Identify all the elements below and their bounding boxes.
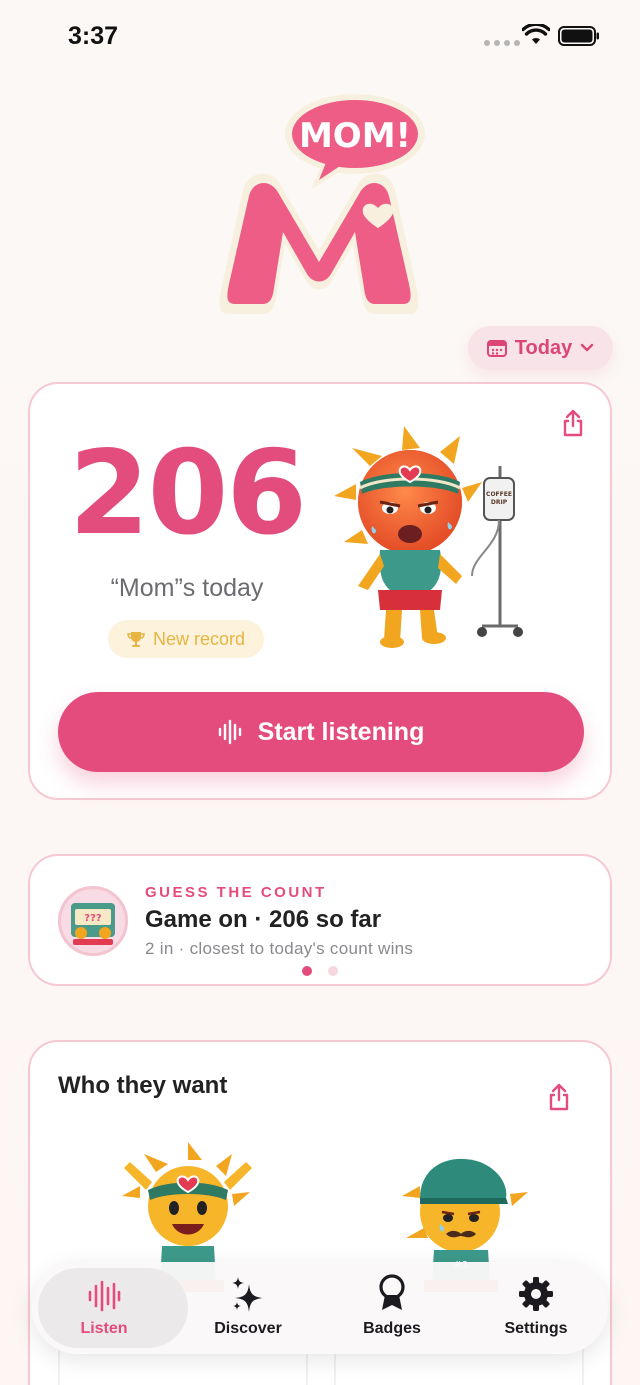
waveform-icon [218, 719, 241, 745]
calendar-icon [486, 340, 507, 357]
page-dot-active[interactable] [302, 966, 312, 976]
wifi-icon [522, 24, 550, 44]
tab-settings[interactable]: Settings [464, 1262, 608, 1354]
share-button[interactable] [558, 408, 588, 438]
tab-settings-label: Settings [504, 1320, 568, 1337]
game-kicker: GUESS THE COUNT [145, 884, 327, 901]
tab-discover[interactable]: Discover [176, 1262, 320, 1354]
guess-the-count-card[interactable]: ??? GUESS THE COUNT Game on · 206 so far… [28, 854, 612, 986]
share-icon [563, 409, 583, 437]
date-filter-dropdown[interactable]: Today [468, 326, 613, 370]
tab-bar: Listen Discover Badges Settings [32, 1262, 608, 1354]
start-listening-label: Start listening [257, 717, 425, 746]
share-icon [549, 1083, 569, 1111]
count-label: “Mom”s today [110, 574, 264, 602]
tab-discover-label: Discover [214, 1320, 282, 1337]
start-listening-button[interactable]: Start listening [58, 692, 584, 772]
page-dot[interactable] [328, 966, 338, 976]
share-button[interactable] [544, 1082, 574, 1112]
waveform-icon [88, 1280, 121, 1312]
ribbon-icon [379, 1274, 405, 1310]
tab-listen-label: Listen [80, 1320, 128, 1337]
tab-badges-label: Badges [363, 1320, 421, 1337]
status-bar: 3:37 [0, 0, 640, 72]
sparkles-icon [232, 1277, 263, 1312]
trophy-icon [127, 632, 145, 647]
svg-text:DRIP: DRIP [491, 499, 508, 506]
chevron-down-icon [581, 343, 594, 352]
game-subtitle: 2 in · closest to today's count wins [145, 939, 414, 958]
app-logo: MOM! [215, 92, 425, 327]
counter-card: 206 “Mom”s today New record COFFEE DRIP [28, 382, 612, 800]
signal-dots-icon [484, 40, 520, 46]
game-title: Game on · 206 so far [145, 906, 382, 933]
tab-badges[interactable]: Badges [320, 1262, 464, 1354]
game-thumbnail: ??? [58, 886, 128, 956]
svg-text:COFFEE: COFFEE [486, 491, 512, 498]
status-time: 3:37 [68, 22, 119, 50]
svg-text:???: ??? [84, 913, 102, 924]
gear-icon [519, 1277, 553, 1311]
new-record-badge: New record [108, 620, 264, 658]
battery-icon [558, 26, 599, 46]
new-record-label: New record [152, 628, 246, 649]
logo-bubble-text: MOM! [299, 116, 411, 156]
who-title: Who they want [58, 1072, 228, 1099]
mom-count: 206 [68, 426, 307, 561]
tab-listen[interactable]: Listen [32, 1262, 188, 1354]
date-filter-label: Today [514, 336, 573, 359]
tired-sun-mascot-illustration: COFFEE DRIP [334, 426, 523, 648]
page-indicator[interactable] [302, 966, 338, 976]
